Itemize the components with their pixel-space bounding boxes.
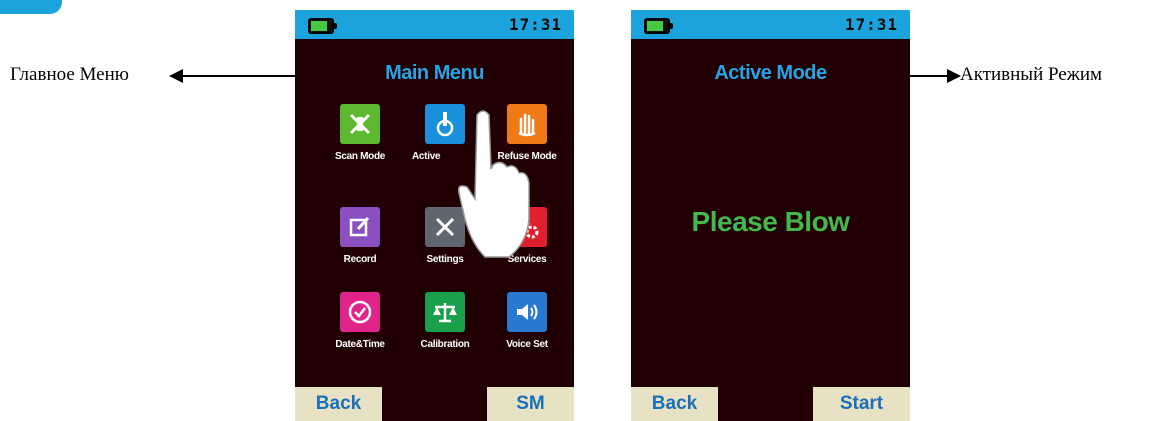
active-mode-annotation: Активный Режим [960,64,1103,85]
battery-icon [308,18,337,34]
back-softkey[interactable]: Back [295,387,382,421]
menu-item-record[interactable]: Record [315,207,405,265]
menu-label: Voice Set [506,339,548,350]
main-menu-screen: 17:31 Main Menu Scan Mode Active Refuse … [295,10,574,421]
scan-mode-icon [340,104,380,144]
corner-tab [0,0,62,14]
menu-label: Date&Time [335,339,385,350]
please-blow-message: Please Blow [691,206,850,237]
clock-icon [340,292,380,332]
record-edit-icon [340,207,380,247]
speaker-icon [507,292,547,332]
left-arrow-icon [169,69,303,83]
screen-title: Main Menu [385,62,484,84]
back-softkey[interactable]: Back [631,387,718,421]
scale-icon [425,292,465,332]
status-bar: 17:31 [295,10,574,39]
clock-time: 17:31 [508,15,562,34]
clock-time: 17:31 [844,15,898,34]
pointing-hand-icon [457,110,530,258]
screen-title: Active Mode [714,62,827,84]
menu-item-date-time[interactable]: Date&Time [315,292,405,350]
active-mode-screen: 17:31 Active Mode Please Blow Back Start [631,10,910,421]
menu-label: Calibration [420,339,470,350]
main-menu-annotation: Главное Меню [10,64,129,85]
menu-item-voice-set[interactable]: Voice Set [482,292,572,350]
sm-softkey[interactable]: SM [487,387,574,421]
status-bar: 17:31 [631,10,910,39]
menu-label: Scan Mode [334,151,386,162]
battery-icon [644,18,673,34]
menu-item-scan-mode[interactable]: Scan Mode [315,104,405,162]
menu-label: Record [343,254,377,265]
menu-item-calibration[interactable]: Calibration [400,292,490,350]
start-softkey[interactable]: Start [813,387,910,421]
